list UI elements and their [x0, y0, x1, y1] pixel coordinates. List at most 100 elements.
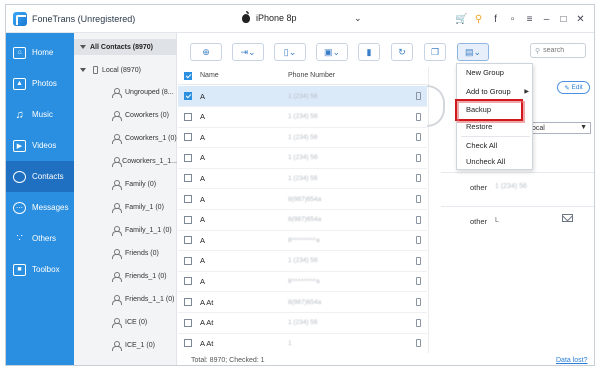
tree-group-item[interactable]: Coworkers (0): [74, 107, 177, 123]
row-checkbox[interactable]: [184, 318, 192, 327]
row-checkbox[interactable]: [184, 277, 192, 286]
table-row[interactable]: A At 1 (234) 56: [178, 313, 427, 334]
table-row[interactable]: A 1 (234) 56: [178, 86, 427, 107]
expand-arrow-icon[interactable]: [80, 68, 86, 72]
row-checkbox[interactable]: [184, 339, 192, 348]
tree-local[interactable]: Local (8970): [74, 62, 177, 78]
menu-icon[interactable]: ≡: [521, 11, 538, 27]
row-checkbox[interactable]: [184, 195, 192, 203]
table-row[interactable]: A 1 (234) 56: [178, 168, 427, 190]
contact-list: Name Phone Number A 1 (234) 56 A 1 (234) 56…: [178, 67, 427, 353]
tree-all-contacts[interactable]: All Contacts (8970): [74, 39, 177, 55]
row-checkbox[interactable]: [184, 256, 192, 265]
table-row[interactable]: A At 8(987)654a: [178, 292, 427, 313]
export-to-pc-button[interactable]: ▣⌄: [316, 43, 348, 61]
email-icon[interactable]: [562, 214, 573, 222]
minimize-icon[interactable]: –: [538, 11, 555, 27]
tree-group-item[interactable]: Ungrouped (8...: [74, 84, 177, 100]
table-row[interactable]: A 1 (234) 56: [178, 107, 427, 128]
sidebar-item-toolbox[interactable]: ■ Toolbox: [6, 254, 74, 285]
data-lost-link[interactable]: Data lost?: [556, 357, 588, 364]
menu-item-label: Add to Group: [466, 87, 511, 96]
close-icon[interactable]: ✕: [572, 11, 589, 27]
column-header-name[interactable]: Name: [200, 72, 219, 79]
device-selector[interactable]: iPhone 8p: [242, 10, 297, 23]
tree-group-item[interactable]: Family (0): [74, 176, 177, 192]
contact-phone: 1 (234) 56: [288, 133, 318, 141]
tree-group-item[interactable]: Friends_1_1 (0): [74, 291, 177, 307]
phone-icon: [416, 256, 421, 265]
app-title: FoneTrans (Unregistered): [32, 14, 136, 24]
tree-group-item[interactable]: Family_1 (0): [74, 199, 177, 215]
fonetrans-logo-icon: [13, 12, 27, 26]
tree-group-item[interactable]: Coworkers_1 (0): [74, 130, 177, 146]
table-row[interactable]: A At 1: [178, 333, 427, 353]
row-checkbox[interactable]: [184, 133, 192, 142]
tree-group-item[interactable]: ICE_1 (0): [74, 337, 177, 353]
menu-item-check-all[interactable]: Check All: [457, 137, 534, 154]
facebook-icon[interactable]: f: [487, 11, 504, 27]
sidebar-item-home[interactable]: ⌂ Home: [6, 37, 74, 68]
field-value[interactable]: L: [495, 217, 499, 224]
tree-group-item[interactable]: Coworkers_1_1...: [74, 153, 177, 169]
refresh-button[interactable]: ↻: [391, 43, 413, 61]
field-label: other: [470, 183, 488, 192]
sidebar-item-label: Music: [32, 110, 53, 119]
device-dropdown-chevron-icon[interactable]: ⌄: [354, 13, 362, 24]
import-button[interactable]: ⇥⌄: [232, 43, 264, 61]
expand-arrow-icon[interactable]: [80, 45, 86, 49]
table-row[interactable]: A 1 (234) 56: [178, 127, 427, 149]
row-checkbox[interactable]: [184, 112, 192, 121]
menu-item-restore[interactable]: Restore: [457, 118, 534, 135]
menu-item-add-to-group[interactable]: Add to Group ▶: [457, 83, 534, 100]
toolbox-dropdown-menu: New Group Add to Group ▶ Backup Restore C…: [456, 63, 533, 170]
duplicate-button[interactable]: ❐: [424, 43, 446, 61]
contact-name: A: [200, 235, 206, 245]
column-header-phone[interactable]: Phone Number: [288, 72, 335, 79]
tree-group-item[interactable]: Family_1_1 (0): [74, 222, 177, 238]
search-input[interactable]: [543, 47, 584, 54]
sidebar-item-music[interactable]: ♫ Music: [6, 99, 74, 130]
search-box[interactable]: ⚲: [530, 43, 586, 58]
table-row[interactable]: A 8(987)654a: [178, 189, 427, 210]
maximize-icon[interactable]: □: [555, 11, 572, 27]
edit-label: Edit: [571, 84, 583, 91]
field-value[interactable]: 1 (234) 56: [495, 183, 527, 190]
table-row[interactable]: A 8(987)654a: [178, 210, 427, 231]
table-row[interactable]: A 1 (234) 56: [178, 148, 427, 169]
cart-icon[interactable]: 🛒: [453, 11, 470, 27]
sidebar-item-contacts[interactable]: Contacts: [6, 161, 74, 192]
export-to-device-button[interactable]: ▯⌄: [274, 43, 306, 61]
sidebar-item-others[interactable]: ∵ Others: [6, 223, 74, 254]
key-icon[interactable]: ⚲: [470, 11, 487, 27]
sidebar-item-label: Contacts: [32, 172, 64, 181]
sidebar-item-messages[interactable]: ⋯ Messages: [6, 192, 74, 223]
select-all-checkbox[interactable]: [184, 72, 192, 80]
tree-group-item[interactable]: Friends_1 (0): [74, 268, 177, 284]
row-checkbox[interactable]: [184, 298, 192, 306]
table-row[interactable]: A 1 (234) 56: [178, 251, 427, 272]
row-checkbox[interactable]: [184, 92, 192, 100]
menu-item-new-group[interactable]: New Group: [457, 64, 534, 81]
row-checkbox[interactable]: [184, 153, 192, 162]
row-checkbox[interactable]: [184, 174, 192, 183]
row-checkbox[interactable]: [184, 236, 192, 245]
sidebar-item-photos[interactable]: ▲ Photos: [6, 68, 74, 99]
edit-button[interactable]: ✎ Edit: [557, 81, 590, 94]
tree-group-item[interactable]: ICE (0): [74, 314, 177, 330]
group-icon: [112, 179, 122, 190]
toolbox-menu-button[interactable]: ▤⌄: [457, 43, 489, 61]
table-row[interactable]: A 8^^^^^^^^a: [178, 230, 427, 252]
sidebar-item-videos[interactable]: ▶ Videos: [6, 130, 74, 161]
menu-item-uncheck-all[interactable]: Uncheck All: [457, 153, 534, 170]
menu-item-backup[interactable]: Backup: [457, 101, 534, 118]
delete-button[interactable]: ▮: [358, 43, 380, 61]
group-select[interactable]: ocal ▼: [529, 122, 591, 134]
chat-icon[interactable]: ▫: [504, 11, 521, 27]
tree-group-item[interactable]: Friends (0): [74, 245, 177, 261]
chevron-down-icon: ▼: [580, 124, 587, 131]
row-checkbox[interactable]: [184, 215, 192, 224]
table-row[interactable]: A 8^^^^^^^^a: [178, 271, 427, 293]
contact-name: A At: [200, 338, 214, 348]
add-contact-button[interactable]: ⊕: [190, 43, 222, 61]
